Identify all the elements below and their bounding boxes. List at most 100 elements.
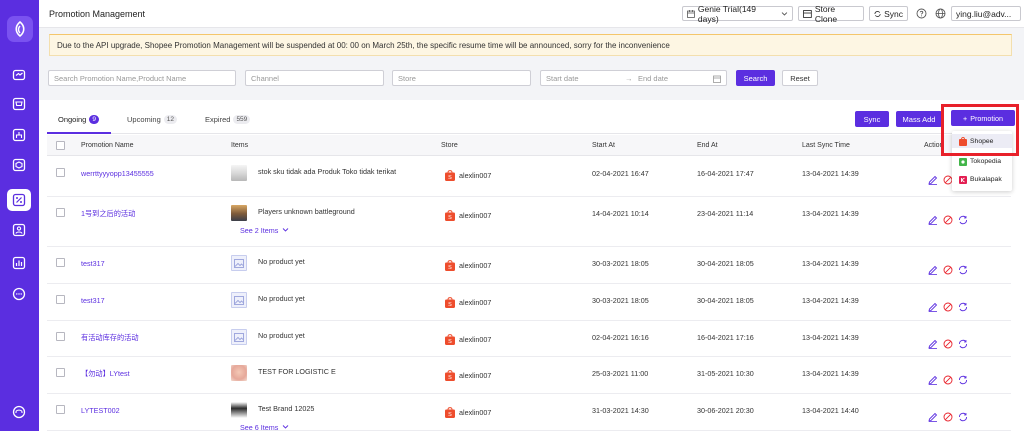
- promotion-name-link[interactable]: 有活动库存的活动: [81, 333, 139, 343]
- stop-icon[interactable]: [943, 375, 953, 385]
- sync-icon[interactable]: [958, 412, 968, 422]
- stop-icon[interactable]: [943, 412, 953, 422]
- dashboard-icon[interactable]: [7, 64, 31, 86]
- table-row: 【勿动】LYtest TEST FOR LOGISTIC E Salexlin007…: [47, 357, 1011, 394]
- tokopedia-icon: [959, 157, 967, 166]
- sync-icon[interactable]: [958, 339, 968, 349]
- end-time: 16-04-2021 17:16: [697, 333, 754, 342]
- chart-icon[interactable]: [7, 252, 31, 274]
- select-all-checkbox[interactable]: [56, 141, 65, 150]
- svg-text:S: S: [448, 265, 452, 271]
- store-name: alexlin007: [459, 335, 492, 344]
- row-checkbox[interactable]: [56, 332, 65, 341]
- user-menu[interactable]: ying.liu@adv...: [951, 6, 1021, 21]
- end-time: 30-04-2021 18:05: [697, 296, 754, 305]
- product-thumbnail: [231, 165, 247, 181]
- row-checkbox[interactable]: [56, 295, 65, 304]
- promotion-name-link[interactable]: werrttyyyopp13455555: [81, 169, 154, 178]
- store-clone-button[interactable]: Store Clone: [798, 3, 864, 24]
- last-sync-time: 13-04-2021 14:39: [802, 259, 859, 268]
- tab-ongoing[interactable]: Ongoing 9: [58, 115, 99, 124]
- channel-select[interactable]: Channel: [245, 70, 384, 86]
- promotion-name-link[interactable]: LYTEST002: [81, 406, 120, 415]
- tab-ongoing-label: Ongoing: [58, 115, 87, 124]
- start-time: 25-03-2021 11:00: [592, 369, 649, 378]
- promotion-name-link[interactable]: 1号到之后的活动: [81, 209, 135, 219]
- users-icon[interactable]: [7, 219, 31, 241]
- see-items-label: See 6 Items: [240, 423, 279, 431]
- last-sync-time: 13-04-2021 14:39: [802, 296, 859, 305]
- promotion-name-link[interactable]: test317: [81, 296, 105, 305]
- tab-expired[interactable]: Expired 559: [205, 115, 251, 124]
- globe-icon[interactable]: [935, 8, 946, 19]
- stop-icon[interactable]: [943, 215, 953, 225]
- store-clone-label: Store Clone: [814, 3, 838, 24]
- chevron-down-icon: [283, 425, 289, 429]
- last-sync-time: 13-04-2021 14:39: [802, 169, 859, 178]
- sync-icon[interactable]: [958, 302, 968, 312]
- col-end-at: End At: [697, 142, 718, 149]
- store-select[interactable]: Store: [392, 70, 531, 86]
- see-items-link[interactable]: See 6 Items: [240, 423, 289, 431]
- channel-option-bukalapak[interactable]: Bukalapak: [952, 172, 1012, 186]
- tab-divider: [47, 133, 1011, 134]
- sync-button[interactable]: Sync: [855, 111, 889, 127]
- table-row: werrttyyyopp13455555 stok sku tidak ada P…: [47, 157, 1011, 197]
- row-checkbox[interactable]: [56, 258, 65, 267]
- start-time: 14-04-2021 10:14: [592, 209, 649, 218]
- tab-upcoming[interactable]: Upcoming 12: [127, 115, 177, 124]
- store-name: alexlin007: [459, 261, 492, 270]
- edit-icon[interactable]: [928, 302, 938, 312]
- store-name: alexlin007: [459, 211, 492, 220]
- package-icon[interactable]: [7, 154, 31, 176]
- plan-label: Genie Trial(149 days): [697, 3, 757, 24]
- edit-icon[interactable]: [928, 375, 938, 385]
- channel-placeholder: Channel: [251, 73, 279, 83]
- channel-option-tokopedia[interactable]: Tokopedia: [952, 154, 1012, 168]
- row-checkbox[interactable]: [56, 208, 65, 217]
- item-name: No product yet: [258, 257, 305, 266]
- shopee-icon: S: [445, 407, 455, 418]
- edit-icon[interactable]: [928, 265, 938, 275]
- table-header: Promotion Name Items Store Start At End …: [47, 135, 1011, 156]
- support-icon[interactable]: [7, 401, 31, 423]
- search-button[interactable]: Search: [736, 70, 775, 86]
- header-sync-button[interactable]: Sync: [869, 6, 908, 21]
- last-sync-time: 13-04-2021 14:39: [802, 333, 859, 342]
- row-checkbox[interactable]: [56, 405, 65, 414]
- plan-selector[interactable]: Genie Trial(149 days): [682, 3, 793, 24]
- edit-icon[interactable]: [928, 412, 938, 422]
- sync-icon[interactable]: [958, 215, 968, 225]
- svg-text:S: S: [448, 302, 452, 308]
- promotion-icon[interactable]: [7, 189, 31, 211]
- store-name: alexlin007: [459, 298, 492, 307]
- sync-icon[interactable]: [958, 265, 968, 275]
- stop-icon[interactable]: [943, 302, 953, 312]
- date-range-picker[interactable]: Start date → End date: [540, 70, 727, 86]
- hierarchy-icon[interactable]: [7, 124, 31, 146]
- image-placeholder-icon: [231, 255, 247, 271]
- stop-icon[interactable]: [943, 265, 953, 275]
- edit-icon[interactable]: [928, 215, 938, 225]
- help-icon[interactable]: [916, 8, 927, 19]
- chat-icon[interactable]: [7, 283, 31, 305]
- start-time: 30-03-2021 18:05: [592, 259, 649, 268]
- last-sync-time: 13-04-2021 14:39: [802, 369, 859, 378]
- reset-button[interactable]: Reset: [782, 70, 818, 86]
- edit-icon[interactable]: [928, 175, 938, 185]
- mass-add-button[interactable]: Mass Add: [896, 111, 942, 127]
- row-checkbox[interactable]: [56, 368, 65, 377]
- tab-upcoming-count: 12: [163, 115, 177, 124]
- edit-icon[interactable]: [928, 339, 938, 349]
- see-items-link[interactable]: See 2 Items: [240, 226, 289, 235]
- stop-icon[interactable]: [943, 339, 953, 349]
- row-checkbox[interactable]: [56, 168, 65, 177]
- table-row: LYTEST002 Test Brand 12025 See 6 Items Sale…: [47, 394, 1011, 431]
- promotion-name-link[interactable]: 【勿动】LYtest: [81, 369, 130, 379]
- promotion-name-link[interactable]: test317: [81, 259, 105, 268]
- search-input[interactable]: Search Promotion Name,Product Name: [48, 70, 236, 86]
- image-placeholder-icon: [231, 292, 247, 308]
- app-logo-icon[interactable]: [7, 16, 33, 42]
- sync-icon[interactable]: [958, 375, 968, 385]
- cart-icon[interactable]: [7, 93, 31, 115]
